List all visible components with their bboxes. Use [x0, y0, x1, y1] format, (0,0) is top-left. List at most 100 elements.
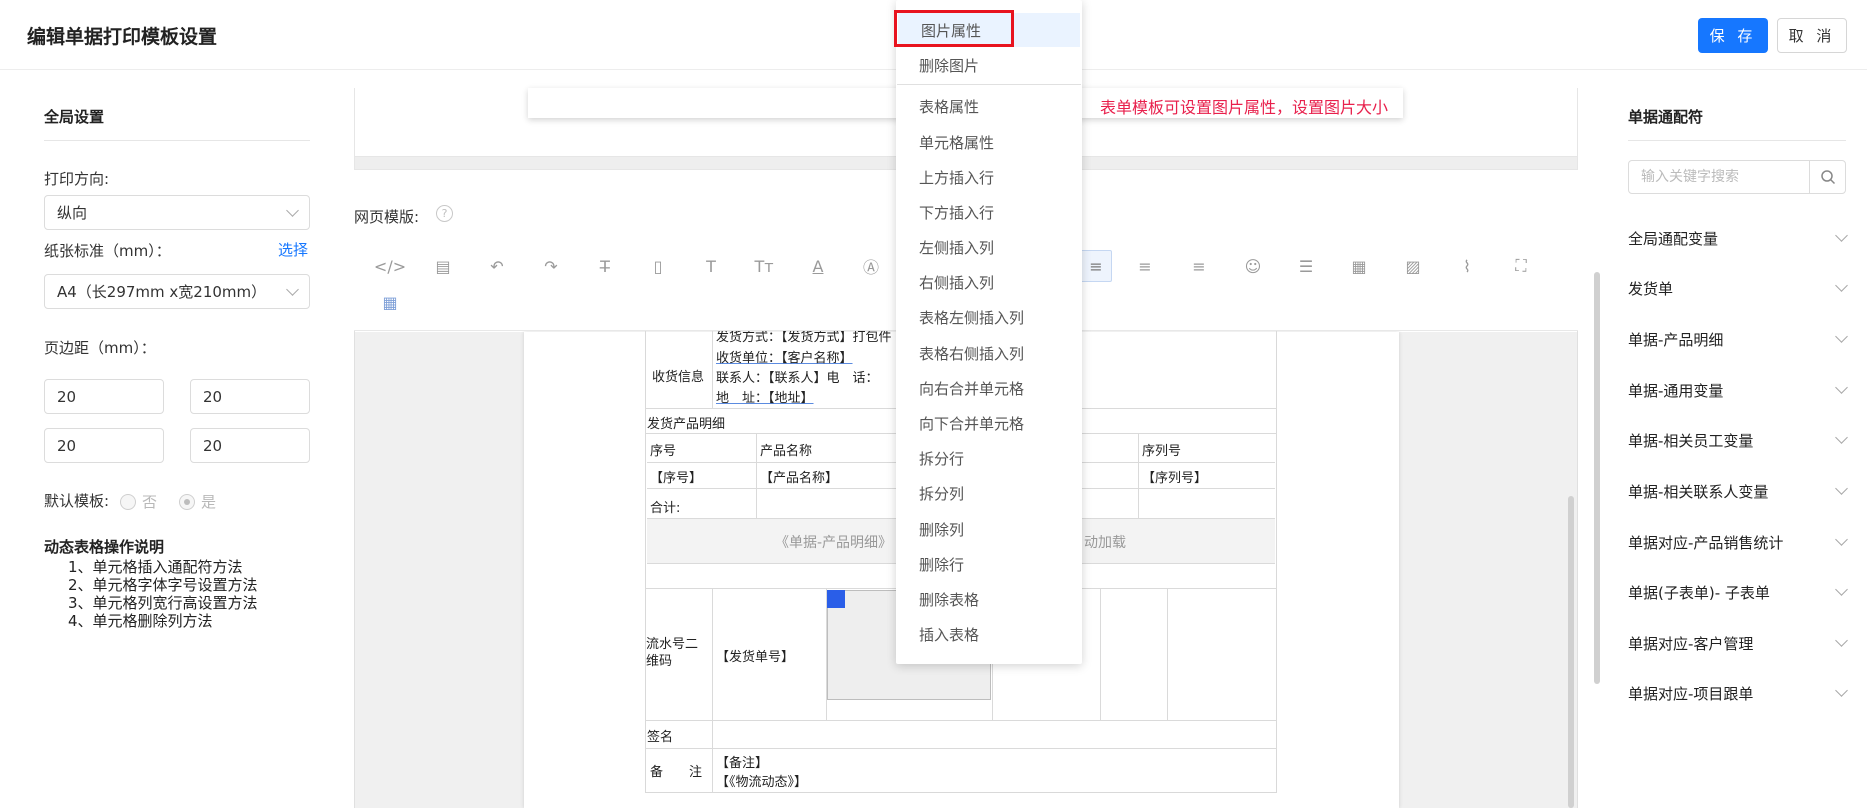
- placeholders-title: 单据通配符: [1628, 108, 1704, 126]
- menu-item-table-insert-col-left[interactable]: 表格左侧插入列: [896, 300, 1082, 334]
- accordion-item[interactable]: 单据-相关联系人变量: [1628, 471, 1848, 511]
- save-button[interactable]: 保 存: [1698, 18, 1768, 53]
- align-center-icon[interactable]: ≡: [1132, 253, 1158, 279]
- orientation-label: 打印方向:: [44, 170, 110, 188]
- align-left-icon[interactable]: ≡: [1080, 250, 1112, 282]
- strikethrough-icon[interactable]: T̶: [592, 253, 618, 279]
- col-serial: 序列号: [1142, 444, 1182, 459]
- accordion-item[interactable]: 单据对应-客户管理: [1628, 623, 1848, 663]
- paper-select[interactable]: A4（长297mm x宽210mm）: [44, 274, 310, 309]
- menu-item-delete-col[interactable]: 删除列: [896, 512, 1082, 546]
- accordion-item[interactable]: 单据对应-项目跟单: [1628, 673, 1848, 713]
- chevron-down-icon: [1835, 533, 1848, 546]
- menu-item-merge-down[interactable]: 向下合并单元格: [896, 406, 1082, 440]
- chevron-down-icon: [1835, 229, 1848, 242]
- scrollbar[interactable]: [1594, 272, 1600, 684]
- divider-icon[interactable]: ☰: [1293, 253, 1319, 279]
- menu-item-cell-properties[interactable]: 单元格属性: [896, 125, 1082, 159]
- page-title: 编辑单据打印模板设置: [27, 26, 218, 48]
- margin-bottom-input[interactable]: [190, 379, 310, 414]
- menu-item-table-properties[interactable]: 表格属性: [896, 89, 1082, 123]
- menu-item-delete-image[interactable]: 删除图片: [896, 48, 1082, 82]
- total-label: 合计:: [650, 501, 681, 516]
- table-icon[interactable]: ▦: [1346, 253, 1372, 279]
- image-resize-handle[interactable]: [827, 590, 845, 608]
- font-icon[interactable]: T: [698, 253, 724, 279]
- search-button[interactable]: [1809, 160, 1846, 194]
- search-icon: [1820, 170, 1835, 185]
- help-icon[interactable]: ?: [436, 205, 453, 222]
- help-item[interactable]: 1、单元格插入通配符方法: [68, 558, 243, 576]
- menu-item-insert-table[interactable]: 插入表格: [896, 617, 1082, 651]
- menu-item-insert-col-right[interactable]: 右侧插入列: [896, 265, 1082, 299]
- bg-color-icon[interactable]: Ⓐ: [858, 253, 884, 279]
- logistics: 【《物流动态》】: [716, 775, 808, 790]
- emoji-icon[interactable]: ☺: [1240, 253, 1266, 279]
- accordion-item[interactable]: 单据-相关员工变量: [1628, 420, 1848, 460]
- col-seq: 序号: [650, 444, 677, 459]
- template-icon[interactable]: ▤: [430, 253, 456, 279]
- paper-value: A4（长297mm x宽210mm）: [57, 283, 267, 301]
- help-title: 动态表格操作说明: [44, 538, 165, 556]
- address: 地 址：【地址】: [716, 391, 814, 406]
- scrollbar[interactable]: [1568, 496, 1574, 808]
- radio-no[interactable]: 否: [120, 491, 157, 512]
- receiver-unit: 收货单位：【客户名称】: [716, 351, 853, 366]
- help-item[interactable]: 4、单元格删除列方法: [68, 612, 213, 630]
- highlight-box: [894, 10, 1014, 47]
- radio-yes[interactable]: 是: [179, 491, 216, 512]
- margin-left-input[interactable]: [44, 428, 164, 463]
- qrcode-label: 流水号二维码: [646, 637, 699, 669]
- font-color-icon[interactable]: A: [805, 253, 831, 279]
- font-size-icon[interactable]: Tт: [751, 253, 777, 279]
- orientation-select[interactable]: 纵向: [44, 195, 310, 230]
- accordion-item[interactable]: 全局通配变量: [1628, 218, 1848, 258]
- divider: [44, 140, 310, 141]
- accordion-item[interactable]: 单据对应-产品销售统计: [1628, 522, 1848, 562]
- menu-item-insert-row-above[interactable]: 上方插入行: [896, 160, 1082, 194]
- margin-top-input[interactable]: [44, 379, 164, 414]
- search-input[interactable]: [1628, 160, 1810, 194]
- cancel-button[interactable]: 取 消: [1777, 18, 1847, 53]
- menu-item-insert-row-below[interactable]: 下方插入行: [896, 195, 1082, 229]
- chevron-down-icon: [1835, 279, 1848, 292]
- code-icon[interactable]: </>: [374, 253, 406, 279]
- menu-item-delete-table[interactable]: 删除表格: [896, 582, 1082, 616]
- fullscreen-icon[interactable]: ⛶: [1508, 253, 1534, 279]
- margin-right-input[interactable]: [190, 428, 310, 463]
- accordion-item[interactable]: 发货单: [1628, 268, 1848, 308]
- menu-item-merge-right[interactable]: 向右合并单元格: [896, 371, 1082, 405]
- chevron-down-icon: [286, 203, 299, 217]
- menu-item-table-insert-col-right[interactable]: 表格右侧插入列: [896, 336, 1082, 370]
- attachment-icon[interactable]: ⌇: [1454, 253, 1480, 279]
- global-settings-title: 全局设置: [44, 108, 105, 126]
- sign-label: 签名: [647, 730, 674, 745]
- contact: 联系人：【联系人】电 话：: [716, 371, 879, 386]
- remark-label: 备 注: [650, 765, 703, 780]
- radio-icon: [120, 493, 136, 510]
- accordion-item[interactable]: 单据(子表单)- 子表单: [1628, 572, 1848, 612]
- menu-item-insert-col-left[interactable]: 左侧插入列: [896, 230, 1082, 264]
- receiver-info-label: 收货信息: [652, 370, 705, 385]
- accordion-item[interactable]: 单据-通用变量: [1628, 370, 1848, 410]
- menu-item-delete-row[interactable]: 删除行: [896, 547, 1082, 581]
- paper-select-link[interactable]: 选择: [278, 239, 308, 260]
- redo-icon[interactable]: ↷: [538, 253, 564, 279]
- image-icon[interactable]: ▨: [1400, 253, 1426, 279]
- help-item[interactable]: 3、单元格列宽行高设置方法: [68, 594, 258, 612]
- accordion-item[interactable]: 单据-产品明细: [1628, 319, 1848, 359]
- table-grid-icon[interactable]: ▦: [377, 289, 403, 315]
- menu-item-split-row[interactable]: 拆分行: [896, 441, 1082, 475]
- align-right-icon[interactable]: ≡: [1186, 253, 1212, 279]
- default-template-label: 默认模板:: [44, 492, 110, 510]
- help-item[interactable]: 2、单元格字体字号设置方法: [68, 576, 258, 594]
- clear-format-icon[interactable]: ▯: [645, 253, 671, 279]
- menu-divider: [897, 84, 1081, 85]
- web-template-label: 网页模版:: [354, 208, 420, 226]
- col-name: 产品名称: [760, 444, 813, 459]
- chevron-down-icon: [1835, 583, 1848, 596]
- menu-item-split-col[interactable]: 拆分列: [896, 476, 1082, 510]
- undo-icon[interactable]: ↶: [484, 253, 510, 279]
- chevron-down-icon: [286, 282, 299, 296]
- annotation-text: 表单模板可设置图片属性，设置图片大小: [1100, 98, 1389, 117]
